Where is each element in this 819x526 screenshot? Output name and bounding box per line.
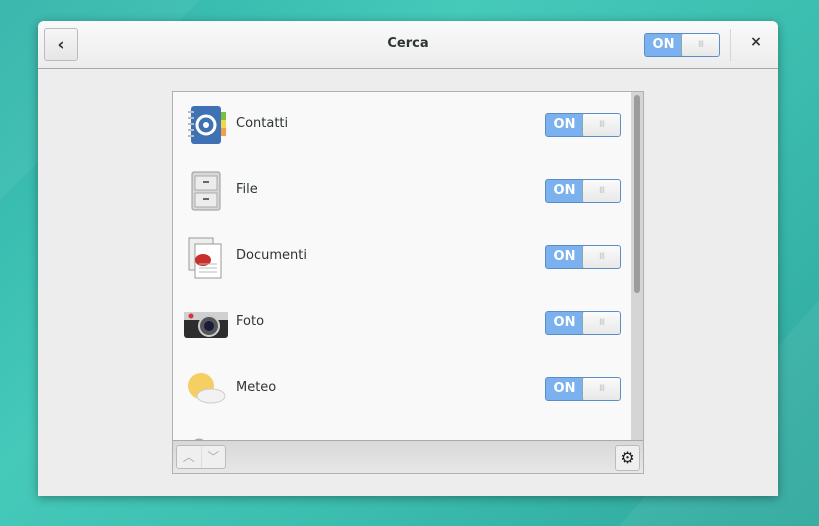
switch-label: ON bbox=[652, 37, 675, 52]
header-divider bbox=[730, 29, 731, 61]
switch-label: ON bbox=[553, 381, 576, 396]
switch-knob[interactable]: III bbox=[582, 180, 620, 202]
list-item: Foto ON III bbox=[173, 290, 628, 356]
search-settings-window: ‹ Cerca ON III × Contatti ON III File ON II… bbox=[38, 21, 778, 496]
item-label: Contatti bbox=[236, 116, 289, 131]
move-up-button[interactable]: ︿ bbox=[177, 446, 202, 468]
settings-button[interactable]: ⚙ bbox=[615, 445, 640, 471]
switch-knob[interactable]: III bbox=[582, 246, 620, 268]
camera-icon bbox=[184, 312, 228, 338]
documents-icon bbox=[188, 237, 222, 279]
scrollbar-thumb[interactable] bbox=[634, 95, 640, 293]
list-item-partial bbox=[173, 422, 628, 440]
partial-app-icon bbox=[194, 438, 204, 440]
list-item: Meteo ON III bbox=[173, 356, 628, 422]
file-cabinet-icon bbox=[191, 171, 221, 211]
search-master-switch[interactable]: ON III bbox=[644, 33, 720, 57]
item-label: Documenti bbox=[236, 248, 307, 263]
close-button[interactable]: × bbox=[747, 34, 765, 54]
file-switch[interactable]: ON III bbox=[545, 179, 621, 203]
item-label: Foto bbox=[236, 314, 265, 329]
list-item: Contatti ON III bbox=[173, 92, 628, 158]
providers-list: Contatti ON III File ON III Documenti ON II… bbox=[173, 92, 643, 440]
move-down-button[interactable]: ﹀ bbox=[202, 446, 226, 468]
item-label: Meteo bbox=[236, 380, 277, 395]
search-providers-panel: Contatti ON III File ON III Documenti ON II… bbox=[172, 91, 644, 474]
foto-switch[interactable]: ON III bbox=[545, 311, 621, 335]
switch-label: ON bbox=[553, 183, 576, 198]
switch-label: ON bbox=[553, 249, 576, 264]
gear-icon: ⚙ bbox=[620, 448, 635, 467]
switch-knob[interactable]: III bbox=[681, 34, 719, 56]
header-bar: ‹ Cerca ON III × bbox=[38, 21, 778, 69]
contatti-switch[interactable]: ON III bbox=[545, 113, 621, 137]
weather-icon bbox=[188, 373, 226, 404]
documenti-switch[interactable]: ON III bbox=[545, 245, 621, 269]
switch-label: ON bbox=[553, 117, 576, 132]
switch-knob[interactable]: III bbox=[582, 114, 620, 136]
scrollbar[interactable] bbox=[631, 92, 643, 440]
reorder-buttons: ︿ ﹀ bbox=[176, 445, 226, 469]
list-item: Documenti ON III bbox=[173, 224, 628, 290]
meteo-switch[interactable]: ON III bbox=[545, 377, 621, 401]
switch-knob[interactable]: III bbox=[582, 312, 620, 334]
switch-label: ON bbox=[553, 315, 576, 330]
item-label: File bbox=[236, 182, 258, 197]
switch-knob[interactable]: III bbox=[582, 378, 620, 400]
close-icon: × bbox=[750, 34, 762, 50]
contacts-icon bbox=[188, 106, 226, 144]
list-item: File ON III bbox=[173, 158, 628, 224]
list-toolbar: ︿ ﹀ ⚙ bbox=[173, 440, 643, 473]
